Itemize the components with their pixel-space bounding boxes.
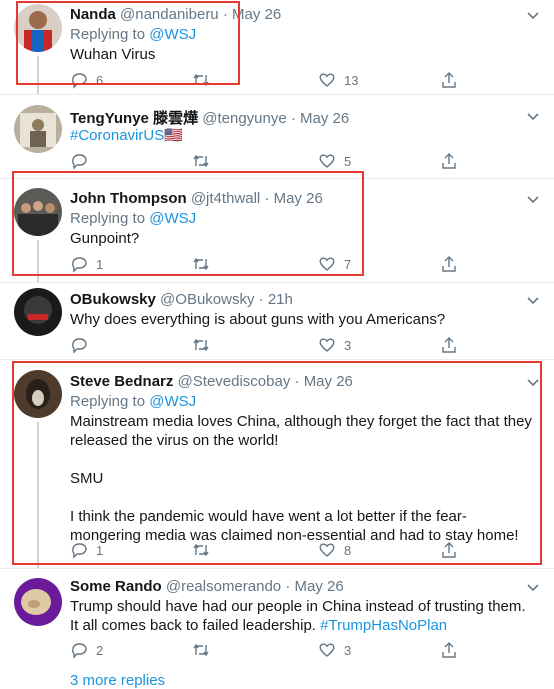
reply-icon <box>72 338 87 354</box>
tweet-date[interactable]: May 26 <box>300 110 349 127</box>
share-icon <box>442 72 456 88</box>
text-line: Trump should have had our people in Chin… <box>70 598 526 615</box>
highlight-box <box>12 361 542 565</box>
reply-count: 2 <box>96 642 104 658</box>
like-count: 3 <box>344 642 352 658</box>
share-button[interactable] <box>440 254 458 274</box>
separator-dot: · <box>290 110 296 127</box>
user-handle[interactable]: @OBukowsky <box>160 291 254 308</box>
tweet-date[interactable]: May 26 <box>295 578 344 595</box>
reply-icon <box>72 154 87 170</box>
tweet-text: Trump should have had our people in Chin… <box>70 597 546 635</box>
highlight-box <box>12 171 364 276</box>
retweet-icon <box>193 154 209 168</box>
separator-dot: · <box>258 291 264 308</box>
retweet-button[interactable] <box>192 335 218 355</box>
share-icon <box>442 337 456 353</box>
highlight-box <box>16 1 240 85</box>
heart-icon <box>319 643 335 657</box>
heart-icon <box>319 73 335 87</box>
like-count: 3 <box>344 337 352 353</box>
share-button[interactable] <box>440 335 458 355</box>
tweet-header: OBukowsky @OBukowsky · 21h <box>70 291 293 308</box>
share-icon <box>442 256 456 272</box>
chevron-down-icon[interactable] <box>526 192 540 206</box>
user-handle[interactable]: @tengyunye <box>202 110 286 127</box>
share-button[interactable] <box>440 640 458 660</box>
separator-dot: · <box>285 578 291 595</box>
tweet-actions: 2 3 <box>70 640 470 660</box>
heart-icon <box>319 154 335 168</box>
tweet-header: TengYunye 滕雲燁 @tengyunye · May 26 <box>70 107 349 128</box>
chevron-down-icon[interactable] <box>526 580 540 594</box>
retweet-button[interactable] <box>192 151 218 171</box>
retweet-icon <box>193 643 209 657</box>
like-button[interactable]: 13 <box>318 70 358 90</box>
share-button[interactable] <box>440 70 458 90</box>
like-button[interactable]: 3 <box>318 335 351 355</box>
tweet-date[interactable]: 21h <box>268 291 293 308</box>
share-icon <box>442 153 456 169</box>
tweet-text: Why does everything is about guns with y… <box>70 311 446 328</box>
reply-icon <box>72 643 87 659</box>
display-name[interactable]: OBukowsky <box>70 291 156 308</box>
tweet-text: #CoronavirUS🇺🇸 <box>70 126 540 145</box>
like-count: 5 <box>344 153 352 169</box>
chevron-down-icon[interactable] <box>526 109 540 123</box>
avatar[interactable] <box>14 288 62 336</box>
flag-emoji: 🇺🇸 <box>164 127 183 144</box>
tweet-header: Some Rando @realsomerando · May 26 <box>70 578 344 595</box>
share-button[interactable] <box>440 151 458 171</box>
like-button[interactable]: 3 <box>318 640 351 660</box>
reply-button[interactable] <box>70 151 96 171</box>
tweet-actions: 3 <box>70 335 470 355</box>
tweet-some-rando[interactable]: Some Rando @realsomerando · May 26 Trump… <box>0 569 554 689</box>
hashtag-link[interactable]: #TrumpHasNoPlan <box>320 617 447 634</box>
retweet-button[interactable] <box>192 640 218 660</box>
tweet-tengyunye[interactable]: TengYunye 滕雲燁 @tengyunye · May 26 #Coron… <box>0 95 554 178</box>
text-segment: It all comes back to failed leadership. <box>70 617 321 634</box>
retweet-icon <box>193 338 209 352</box>
like-count: 13 <box>344 72 359 88</box>
text-line: It all comes back to failed leadership. … <box>70 616 546 635</box>
chevron-down-icon[interactable] <box>526 293 540 307</box>
reply-button[interactable]: 2 <box>70 640 103 660</box>
avatar[interactable] <box>14 578 62 626</box>
user-handle[interactable]: @realsomerando <box>166 578 281 595</box>
heart-icon <box>319 338 335 352</box>
chevron-down-icon[interactable] <box>526 8 540 22</box>
avatar[interactable] <box>14 105 62 153</box>
reply-button[interactable] <box>70 335 96 355</box>
display-name[interactable]: Some Rando <box>70 578 162 595</box>
share-icon <box>442 642 456 658</box>
like-button[interactable]: 5 <box>318 151 351 171</box>
tweet-obukowsky[interactable]: OBukowsky @OBukowsky · 21h Why does ever… <box>0 283 554 359</box>
display-name[interactable]: TengYunye 滕雲燁 <box>70 110 198 127</box>
tweet-actions: 5 <box>70 151 470 171</box>
hashtag-link[interactable]: #CoronavirUS <box>70 127 164 144</box>
